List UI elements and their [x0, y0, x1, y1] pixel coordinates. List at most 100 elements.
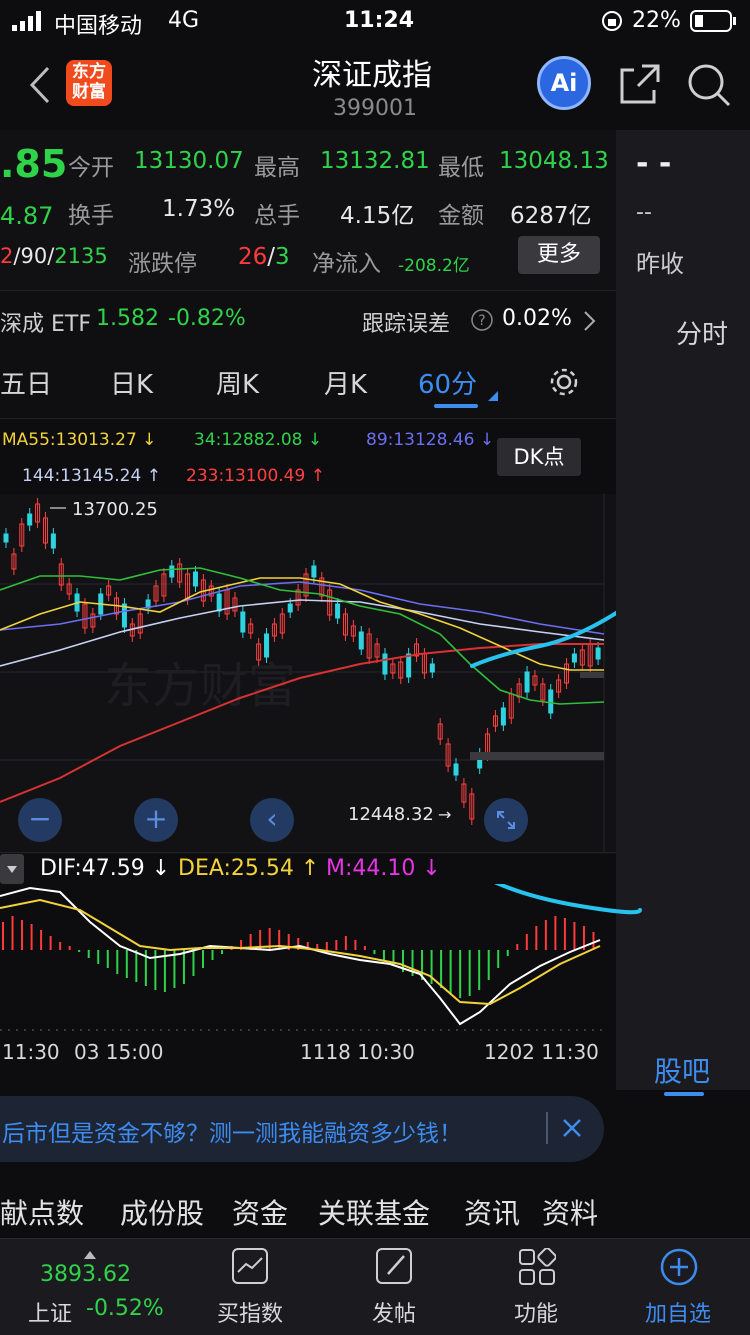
side-dash-mid: -- — [636, 200, 652, 225]
stock-code: 399001 — [333, 96, 417, 121]
tracking-error-value: 0.02% — [502, 306, 572, 331]
time-label-2: 03 15:00 — [74, 1040, 164, 1064]
tab-funds-flow[interactable]: 资金 — [232, 1192, 288, 1232]
zoom-out-button[interactable]: − — [18, 798, 62, 842]
help-icon[interactable]: ? — [470, 308, 494, 336]
candle-body — [216, 593, 222, 612]
candle-body — [453, 763, 459, 776]
low-label: 最低 — [438, 155, 484, 181]
nav-add-watchlist[interactable]: 加自选 — [618, 1296, 738, 1328]
period-tabs — [0, 348, 616, 419]
sh-index-value: 3893.62 — [40, 1262, 131, 1287]
time-label-3: 1118 10:30 — [300, 1040, 415, 1064]
high-value: 13132.81 — [320, 148, 430, 174]
open-value: 13130.07 — [134, 148, 244, 174]
breadth-flat: 90 — [20, 244, 48, 268]
breadth-down: 2135 — [54, 244, 108, 268]
limit-counts: 26/3 — [238, 244, 290, 270]
tab-contribution[interactable]: 献点数 — [0, 1192, 84, 1232]
ma34-line — [0, 567, 605, 705]
battery-percent: 22% — [632, 8, 681, 33]
chevron-right-icon[interactable] — [582, 310, 596, 336]
close-icon[interactable] — [562, 1118, 582, 1142]
turnover-value: 1.73% — [162, 196, 236, 222]
scroll-left-button[interactable]: ‹ — [250, 798, 294, 842]
low-value: 13048.13 — [499, 148, 609, 174]
signal-icon — [12, 11, 46, 37]
tab-week-k[interactable]: 周K — [216, 364, 259, 401]
tracking-error-label: 跟踪误差 — [362, 312, 451, 337]
resistance-level-band — [580, 672, 604, 678]
time-label-1: 11:30 — [2, 1040, 60, 1064]
share-icon[interactable] — [618, 62, 662, 110]
candle-body — [264, 633, 270, 658]
ma233-line — [0, 643, 604, 803]
ma233-value: 233:13100.49 ↑ — [186, 466, 325, 486]
clock: 11:24 — [344, 8, 415, 33]
drawn-macd-curve — [494, 884, 642, 915]
banner-divider — [546, 1112, 548, 1144]
candle-body — [358, 631, 364, 650]
dk-point-button[interactable]: DK点 — [497, 438, 581, 476]
prev-close-label: 昨收 — [636, 250, 684, 278]
candle-body — [3, 533, 9, 543]
nav-buy-index[interactable]: 买指数 — [190, 1296, 310, 1328]
candle-body — [311, 565, 317, 578]
sh-index-name: 上证 — [28, 1302, 73, 1327]
side-tab-guba[interactable]: 股吧 — [654, 1050, 710, 1090]
limit-up: 26 — [238, 244, 268, 270]
high-price-mark: 13700.25 — [72, 499, 158, 520]
ma144-line — [0, 599, 605, 667]
nav-functions[interactable]: 功能 — [476, 1296, 596, 1328]
tab-month-k[interactable]: 月K — [324, 364, 367, 401]
settings-gear-icon[interactable] — [548, 366, 580, 402]
breadth-stats: 2/90/2135 — [0, 244, 108, 268]
candle-body — [192, 571, 198, 587]
ma89-value: 89:13128.46 ↓ — [366, 430, 495, 450]
status-bar: 中国移动 4G 11:24 22% — [0, 0, 750, 42]
support-level-band — [470, 752, 604, 760]
tab-profile[interactable]: 资料 — [542, 1192, 598, 1232]
tab-constituents[interactable]: 成份股 — [120, 1192, 204, 1232]
limit-label: 涨跌停 — [128, 251, 197, 277]
candle-body — [524, 671, 530, 693]
candle-body — [406, 653, 412, 678]
candle-body — [595, 647, 601, 660]
tab-60min[interactable]: 60分 — [418, 364, 477, 401]
tab-news[interactable]: 资讯 — [464, 1192, 520, 1232]
dea-value: DEA:25.54 ↑ — [178, 856, 320, 881]
tab-related-funds[interactable]: 关联基金 — [318, 1192, 430, 1232]
dif-value: DIF:47.59 ↓ — [40, 856, 171, 881]
etf-price: 1.582 — [96, 306, 159, 331]
edit-icon[interactable] — [376, 1248, 412, 1284]
turnover-label: 换手 — [68, 203, 114, 229]
breadth-up: 2 — [0, 244, 14, 268]
macd-chart[interactable] — [0, 884, 642, 1032]
tab-active-indicator — [434, 404, 478, 408]
dea-line — [0, 898, 601, 1006]
zoom-in-button[interactable]: + — [134, 798, 178, 842]
chart-icon[interactable] — [232, 1248, 268, 1284]
tab-day-k[interactable]: 日K — [110, 364, 153, 401]
back-chevron-icon[interactable] — [26, 64, 54, 110]
tab-five-day[interactable]: 五日 — [0, 364, 52, 401]
candle-body — [169, 565, 175, 578]
side-tab-timeshare[interactable]: 分时 — [676, 314, 728, 351]
etf-label: 深成 ETF — [0, 312, 91, 337]
search-icon[interactable] — [686, 62, 732, 112]
candle-body — [382, 653, 388, 675]
grid-icon[interactable] — [518, 1247, 557, 1290]
candle-body — [287, 603, 293, 613]
up-caret-icon — [84, 1244, 96, 1263]
nav-post[interactable]: 发帖 — [334, 1296, 454, 1328]
expand-button[interactable] — [484, 798, 528, 842]
candle-body — [548, 689, 554, 714]
app-logo: 东方财富 — [66, 60, 112, 106]
more-button[interactable]: 更多 — [518, 236, 600, 274]
candle-body — [429, 663, 435, 673]
add-watchlist-icon[interactable] — [660, 1248, 698, 1290]
volume-value: 4.15亿 — [340, 203, 415, 229]
indicator-dropdown-icon[interactable] — [0, 854, 24, 884]
candle-body — [571, 653, 577, 663]
ai-button[interactable]: Ai — [537, 56, 591, 110]
